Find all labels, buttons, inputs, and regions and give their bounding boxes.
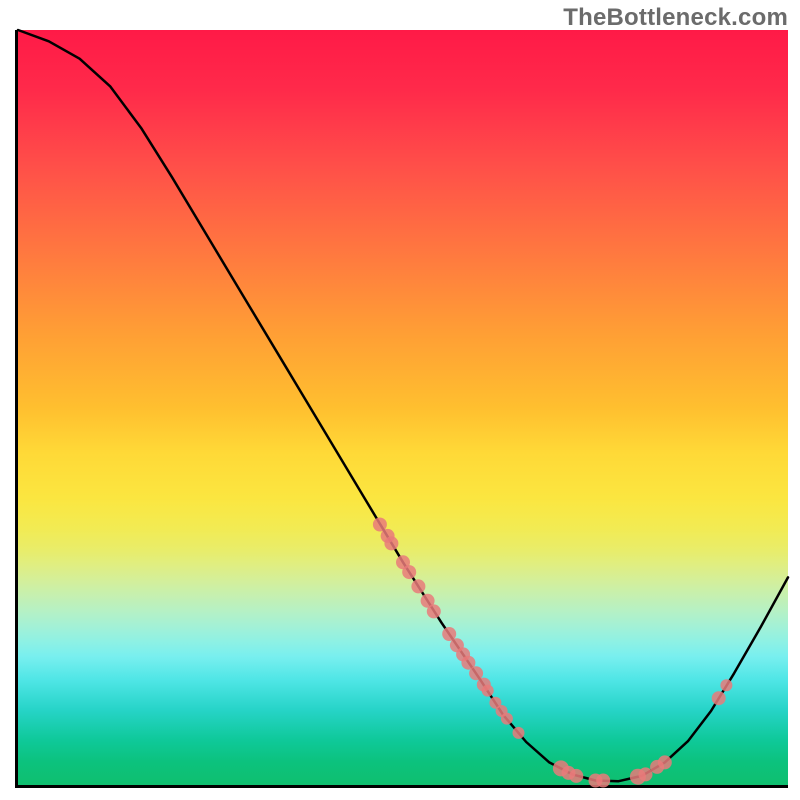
data-point xyxy=(402,565,416,579)
bottleneck-curve xyxy=(18,30,788,781)
data-point xyxy=(658,755,672,769)
data-point xyxy=(373,518,387,532)
data-point xyxy=(482,685,494,697)
data-point xyxy=(569,769,583,783)
data-points xyxy=(373,518,733,788)
chart-svg xyxy=(18,30,788,785)
watermark-text: TheBottleneck.com xyxy=(563,4,788,32)
data-point xyxy=(712,691,726,705)
data-point xyxy=(411,579,425,593)
data-point xyxy=(720,679,732,691)
curve-line xyxy=(18,30,788,781)
data-point xyxy=(384,536,398,550)
data-point xyxy=(501,713,513,725)
data-point xyxy=(427,604,441,618)
data-point xyxy=(639,767,653,781)
data-point xyxy=(596,774,610,788)
data-point xyxy=(513,727,525,739)
plot-area xyxy=(15,30,788,788)
